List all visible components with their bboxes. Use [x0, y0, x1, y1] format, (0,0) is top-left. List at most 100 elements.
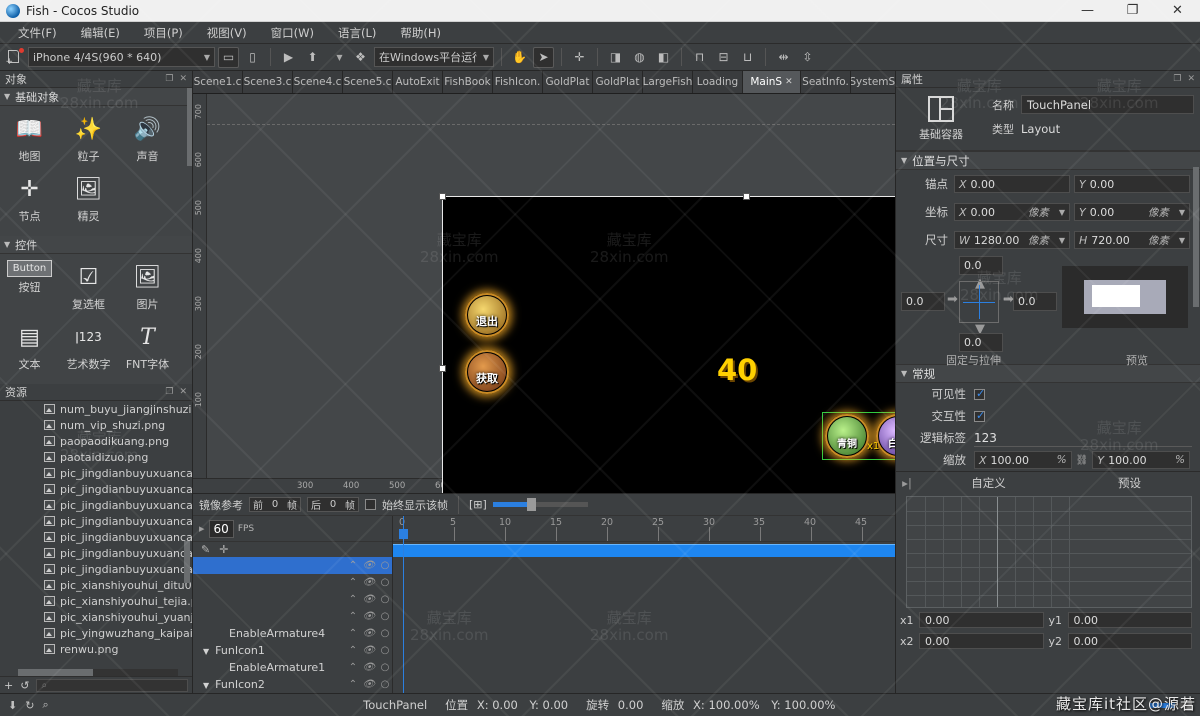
tab-preset-curve[interactable]: 预设: [1059, 475, 1200, 491]
timeline-track-row[interactable]: [393, 610, 895, 627]
refresh-resource-button[interactable]: ↺: [20, 679, 29, 692]
object-item-sound[interactable]: 🔊 声音: [118, 112, 177, 164]
canvas-button-gain[interactable]: 获取: [465, 350, 509, 394]
list-item[interactable]: num_vip_shuzi.png: [0, 417, 192, 433]
resolution-select[interactable]: iPhone 4/4S(960 * 640) ▼: [28, 47, 215, 67]
collapse-icon[interactable]: ⌃: [349, 594, 357, 605]
timeline-zoom-icon[interactable]: [⊞]: [469, 498, 487, 511]
minimize-button[interactable]: —: [1065, 0, 1110, 22]
portrait-orientation-icon[interactable]: ▯: [242, 47, 263, 68]
object-item-particle[interactable]: ✨ 粒子: [59, 112, 118, 164]
stretch-top-input[interactable]: 0.0: [959, 256, 1003, 275]
onion-after-field[interactable]: 后 0 帧: [307, 497, 359, 512]
timeline-layer-row[interactable]: EnableArmature4 ⌃ 👁 ○: [193, 625, 392, 642]
align-middle-v-icon[interactable]: ⊟: [713, 47, 734, 68]
collapse-icon[interactable]: ⌃: [349, 560, 357, 571]
list-item[interactable]: num_buyu_jiangjinshuzi.: [0, 401, 192, 417]
menu-help[interactable]: 帮助(H): [388, 22, 453, 44]
tag-input[interactable]: 123: [974, 429, 1192, 447]
tab-scene4[interactable]: Scene4.c: [293, 71, 343, 93]
run-platform-select[interactable]: 在Windows平台运行 ▼: [374, 47, 494, 67]
coord-y-input[interactable]: Y 0.00 像素 ▼: [1074, 203, 1190, 221]
canvas-button-exit[interactable]: 退出: [465, 293, 509, 337]
widget-item-image[interactable]: 🖼 图片: [118, 260, 177, 312]
always-show-frame-checkbox[interactable]: [365, 499, 376, 510]
list-item[interactable]: pic_jingdianbuyuxuancan: [0, 561, 192, 577]
list-item[interactable]: pic_xianshiyouhui_yuanji: [0, 609, 192, 625]
section-widgets[interactable]: ▼ 控件: [0, 236, 192, 254]
timeline-layer-row[interactable]: EnableArmature1 ⌃ 👁 ○: [193, 659, 392, 676]
collapse-icon[interactable]: ⌃: [349, 611, 357, 622]
distribute-h-icon[interactable]: ⇹: [773, 47, 794, 68]
scene-stage[interactable]: 退出 获取 40 锁定 自动: [439, 193, 895, 493]
menu-edit[interactable]: 编辑(E): [69, 22, 132, 44]
anchor-y-input[interactable]: Y 0.00: [1074, 175, 1190, 193]
align-top-icon[interactable]: ⊓: [689, 47, 710, 68]
stretch-bottom-input[interactable]: 0.0: [959, 333, 1003, 352]
list-item[interactable]: pic_jingdianbuyuxuancan: [0, 529, 192, 545]
list-item[interactable]: pic_jingdianbuyuxuancan: [0, 513, 192, 529]
stretch-left-input[interactable]: 0.0: [901, 292, 945, 311]
playhead[interactable]: [399, 516, 408, 693]
timeline-track-row[interactable]: [393, 593, 895, 610]
coord-x-input[interactable]: X 0.00 像素 ▼: [954, 203, 1070, 221]
tab-loading[interactable]: Loading: [693, 71, 743, 93]
add-resource-button[interactable]: +: [4, 679, 13, 692]
tab-systemset[interactable]: SystemSe: [851, 71, 901, 93]
landscape-orientation-icon[interactable]: ▭: [218, 46, 239, 68]
refresh-icon[interactable]: ↻: [25, 699, 34, 712]
curve-grid[interactable]: [906, 496, 1192, 608]
list-item[interactable]: pic_jingdianbuyuxuancan: [0, 545, 192, 561]
align-left-icon[interactable]: ◨: [605, 47, 626, 68]
widget-item-text[interactable]: ▤ 文本: [0, 320, 59, 372]
object-item-sprite[interactable]: 🖼 精灵: [59, 172, 118, 224]
new-document-icon[interactable]: +: [4, 47, 25, 68]
list-item[interactable]: pic_yingwuzhang_kaipaic: [0, 625, 192, 641]
menu-language[interactable]: 语言(L): [326, 22, 388, 44]
record-icon[interactable]: ○: [381, 594, 390, 605]
widget-item-button[interactable]: Button 按钮: [0, 260, 59, 312]
timeline-tree[interactable]: ⌃ 👁 ○ ⌃ 👁 ○ ⌃ 👁 ○ ⌃ 👁 ○ EnableArmature4 …: [193, 557, 392, 693]
float-panel-icon[interactable]: ❐: [1173, 74, 1181, 84]
timeline-layer-row[interactable]: ⌃ 👁 ○: [193, 574, 392, 591]
tab-fishbook[interactable]: FishBook: [443, 71, 493, 93]
keyframe-span[interactable]: [393, 544, 895, 557]
record-icon[interactable]: ○: [381, 662, 390, 673]
menu-view[interactable]: 视图(V): [195, 22, 259, 44]
timeline-track-row[interactable]: [393, 542, 895, 559]
resource-vertical-scrollbar[interactable]: [184, 541, 190, 583]
collapse-icon[interactable]: ⌃: [349, 628, 357, 639]
resize-handle-nw[interactable]: [439, 193, 446, 200]
widget-item-checkbox[interactable]: ☑ 复选框: [59, 260, 118, 312]
eye-icon[interactable]: 👁: [362, 628, 375, 639]
list-item[interactable]: pic_jingdianbuyuxuancan: [0, 497, 192, 513]
tab-goldplate-2[interactable]: GoldPlat: [593, 71, 643, 93]
play-curve-icon[interactable]: ▸|: [896, 476, 918, 490]
record-icon[interactable]: ○: [381, 645, 390, 656]
eye-icon[interactable]: 👁: [362, 577, 375, 588]
tab-goldplate-1[interactable]: GoldPlat: [543, 71, 593, 93]
tab-autoexit[interactable]: AutoExit: [393, 71, 443, 93]
menu-project[interactable]: 项目(P): [132, 22, 195, 44]
size-height-input[interactable]: H 720.00 像素 ▼: [1074, 231, 1190, 249]
link-icon[interactable]: ⛓: [1076, 455, 1089, 466]
visible-checkbox[interactable]: [974, 387, 985, 400]
eye-icon[interactable]: 👁: [362, 662, 375, 673]
list-item[interactable]: renwu.png: [0, 641, 192, 657]
resource-list[interactable]: num_buyu_jiangjinshuzi. num_vip_shuzi.pn…: [0, 401, 192, 693]
scale-x-input[interactable]: X 100.00%: [974, 451, 1072, 469]
distribute-v-icon[interactable]: ⇳: [797, 47, 818, 68]
timeline-track-row[interactable]: [393, 627, 895, 644]
close-panel-icon[interactable]: ✕: [179, 74, 187, 84]
onion-before-field[interactable]: 前 0 帧: [249, 497, 301, 512]
list-item[interactable]: paotaidizuo.png: [0, 449, 192, 465]
publish-icon[interactable]: ⬆: [302, 47, 323, 68]
stretch-cross-icon[interactable]: [959, 281, 999, 323]
resize-handle-w[interactable]: [439, 365, 446, 372]
timeline-track-area[interactable]: 0 5 10 15 20 25 30 35 40 45 50 55: [393, 516, 895, 693]
tab-custom-curve[interactable]: 自定义: [918, 475, 1059, 491]
eye-icon[interactable]: 👁: [362, 560, 375, 571]
object-panel-scrollbar[interactable]: [187, 88, 192, 166]
resize-handle-n[interactable]: [743, 193, 750, 200]
group-position-size[interactable]: ▼ 位置与尺寸: [896, 151, 1200, 170]
